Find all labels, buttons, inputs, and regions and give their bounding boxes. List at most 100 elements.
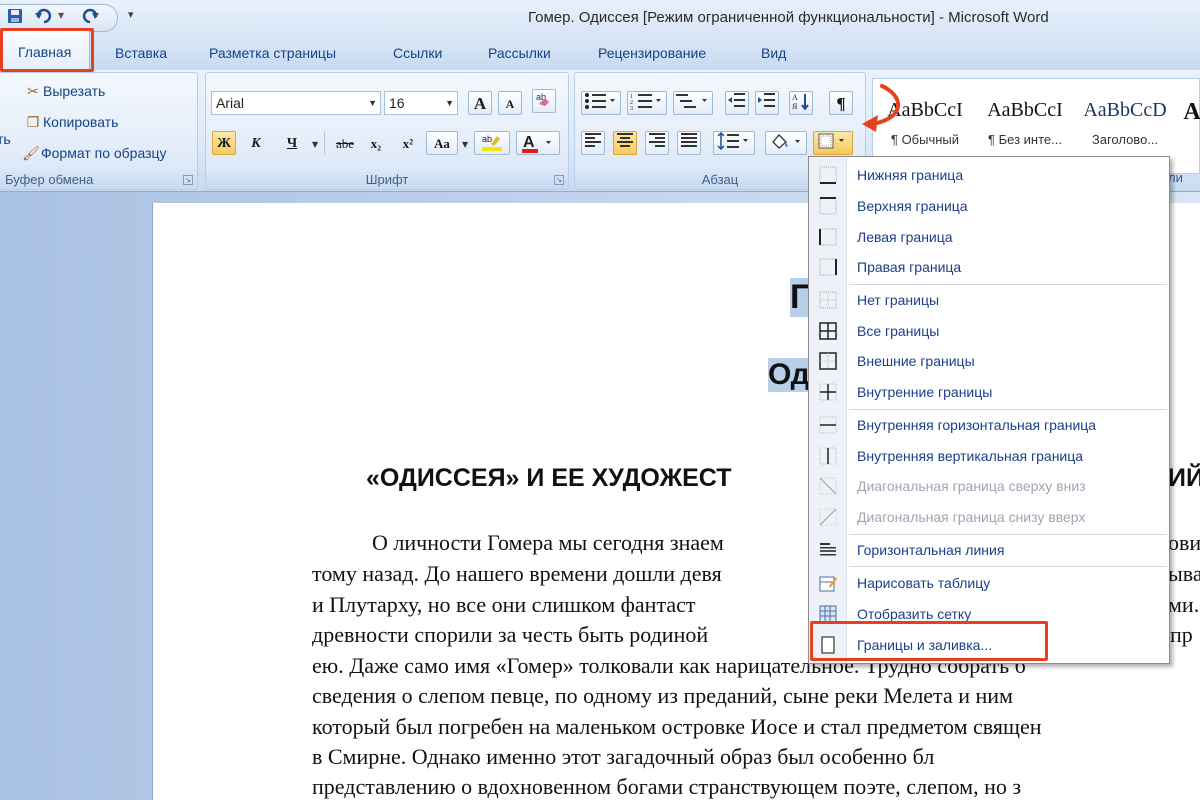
menu-item-label: Правая граница <box>857 259 962 275</box>
copy-icon: ❐ <box>26 114 40 130</box>
strikethrough-button[interactable]: abe <box>330 131 360 155</box>
style-heading-1[interactable]: AaBbCcD Заголово... <box>1077 87 1173 167</box>
change-case-button[interactable]: Aa <box>426 131 458 155</box>
chevron-down-icon[interactable]: ▼ <box>462 140 468 149</box>
svg-text:ab: ab <box>482 134 492 144</box>
shading-icon[interactable] <box>765 131 807 155</box>
clear-formatting-icon[interactable]: ab <box>532 89 556 113</box>
inside-horizontal-border-icon <box>819 416 837 434</box>
menu-item-horizontal-line[interactable]: Горизонтальная линия <box>809 537 1169 565</box>
superscript-button[interactable]: x² <box>396 131 420 155</box>
doc-line: и Плутарху, но все они слишком фантаст <box>312 592 696 617</box>
menu-item-top-border[interactable]: Верхняя граница <box>809 193 1169 221</box>
style-name: ¶ Обычный <box>890 132 960 147</box>
decrease-indent-icon[interactable] <box>725 91 749 115</box>
undo-dropdown-icon[interactable]: ▼ <box>58 11 64 20</box>
tab-insert[interactable]: Вставка <box>115 45 167 61</box>
menu-item-draw-table[interactable]: Нарисовать таблицу <box>809 570 1169 598</box>
chevron-down-icon[interactable]: ▼ <box>445 92 454 114</box>
doc-line: древности спорили за честь быть родиной <box>312 622 709 647</box>
align-right-icon[interactable] <box>645 131 669 155</box>
subscript-button[interactable]: x₂ <box>364 131 388 155</box>
italic-button[interactable]: К <box>244 131 268 155</box>
justify-icon[interactable] <box>677 131 701 155</box>
style-preview: AaBbCcI <box>987 99 1063 121</box>
align-center-icon[interactable] <box>613 131 637 155</box>
menu-separator <box>849 534 1167 535</box>
redo-icon[interactable] <box>80 8 102 28</box>
style-name: ¶ Без инте... <box>988 132 1062 147</box>
style-no-spacing[interactable]: AaBbCcI ¶ Без инте... <box>977 87 1073 167</box>
borders-button[interactable] <box>813 131 853 155</box>
font-color-button[interactable]: A <box>516 131 560 155</box>
svg-text:А: А <box>792 93 798 102</box>
highlight-color-button[interactable]: ab <box>474 131 510 155</box>
all-borders-icon <box>819 322 837 340</box>
chevron-down-icon[interactable]: ▼ <box>368 92 377 114</box>
menu-item-label: Отобразить сетку <box>857 606 972 622</box>
menu-item-right-border[interactable]: Правая граница <box>809 254 1169 282</box>
format-painter-label: Формат по образцу <box>41 145 167 161</box>
menu-item-bottom-border[interactable]: Нижняя граница <box>809 162 1169 190</box>
inside-borders-icon <box>819 383 837 401</box>
no-border-icon <box>819 291 837 309</box>
align-left-icon[interactable] <box>581 131 605 155</box>
menu-item-all-borders[interactable]: Все границы <box>809 318 1169 346</box>
title-bar: ▼ ▾ Гомер. Одиссея [Режим ограниченной ф… <box>0 0 1200 38</box>
shrink-font-button[interactable]: A <box>498 91 522 115</box>
increase-indent-icon[interactable] <box>755 91 779 115</box>
line-spacing-icon[interactable] <box>713 131 755 155</box>
doc-heading-tail: ИЙ <box>1168 464 1200 492</box>
copy-button[interactable]: ❐ Копировать <box>23 114 119 131</box>
divider <box>324 131 325 155</box>
doc-line: представлению о вдохновенном богами стра… <box>312 774 1022 799</box>
menu-separator <box>849 284 1167 285</box>
doc-line: сведения о слепом певце, по одному из пр… <box>312 683 1013 708</box>
style-preview: AaBbCcD <box>1083 99 1167 121</box>
highlight-box-borders-and-shading <box>810 621 1048 661</box>
menu-item-left-border[interactable]: Левая граница <box>809 224 1169 252</box>
grow-font-button[interactable]: A <box>468 91 492 115</box>
menu-item-label: Все границы <box>857 323 940 339</box>
tab-page-layout[interactable]: Разметка страницы <box>209 45 336 61</box>
show-formatting-marks-button[interactable]: ¶ <box>829 91 853 115</box>
cut-button[interactable]: ✂ Вырезать <box>23 83 105 100</box>
menu-item-no-border[interactable]: Нет границы <box>809 287 1169 315</box>
menu-item-label: Внешние границы <box>857 353 975 369</box>
menu-item-inside-vertical-border[interactable]: Внутренняя вертикальная граница <box>809 443 1169 471</box>
undo-icon[interactable] <box>32 8 54 28</box>
menu-item-outside-borders[interactable]: Внешние границы <box>809 348 1169 376</box>
format-painter-button[interactable]: 🖌Формат по образцу <box>21 145 167 162</box>
tab-view[interactable]: Вид <box>761 45 786 61</box>
menu-separator <box>849 409 1167 410</box>
customize-qat-button[interactable]: ▾ <box>128 8 134 21</box>
underline-button[interactable]: Ч <box>280 131 304 155</box>
doc-line: тому назад. До нашего времени дошли девя <box>312 561 722 586</box>
style-heading-2[interactable]: A <box>1177 87 1200 167</box>
cut-label: Вырезать <box>43 83 106 99</box>
tab-references[interactable]: Ссылки <box>393 45 442 61</box>
paste-button-fragment[interactable]: ть <box>0 131 11 147</box>
menu-item-diagonal-up-border: Диагональная граница снизу вверх <box>809 504 1169 532</box>
multilevel-list-button[interactable] <box>673 91 713 115</box>
font-name-combobox[interactable]: Arial ▼ <box>211 91 381 115</box>
chevron-down-icon[interactable]: ▼ <box>312 140 318 149</box>
tab-mailings[interactable]: Рассылки <box>488 45 551 61</box>
menu-item-inside-borders[interactable]: Внутренние границы <box>809 379 1169 407</box>
font-size-combobox[interactable]: 16 ▼ <box>384 91 458 115</box>
inside-vertical-border-icon <box>819 447 837 465</box>
tab-review[interactable]: Рецензирование <box>598 45 706 61</box>
diagonal-down-border-icon <box>819 477 837 495</box>
sort-icon[interactable]: АЯ <box>789 91 813 115</box>
format-painter-icon: 🖌 <box>22 145 40 161</box>
menu-item-inside-horizontal-border[interactable]: Внутренняя горизонтальная граница <box>809 412 1169 440</box>
menu-item-label: Нет границы <box>857 292 940 308</box>
numbering-button[interactable]: 123 <box>627 91 667 115</box>
bold-button[interactable]: Ж <box>212 131 236 155</box>
draw-table-icon <box>819 576 837 592</box>
save-icon[interactable] <box>4 8 26 28</box>
clipboard-launcher-icon[interactable]: ↘ <box>183 175 193 185</box>
menu-item-label: Верхняя граница <box>857 198 968 214</box>
font-launcher-icon[interactable]: ↘ <box>554 175 564 185</box>
bullets-button[interactable] <box>581 91 621 115</box>
